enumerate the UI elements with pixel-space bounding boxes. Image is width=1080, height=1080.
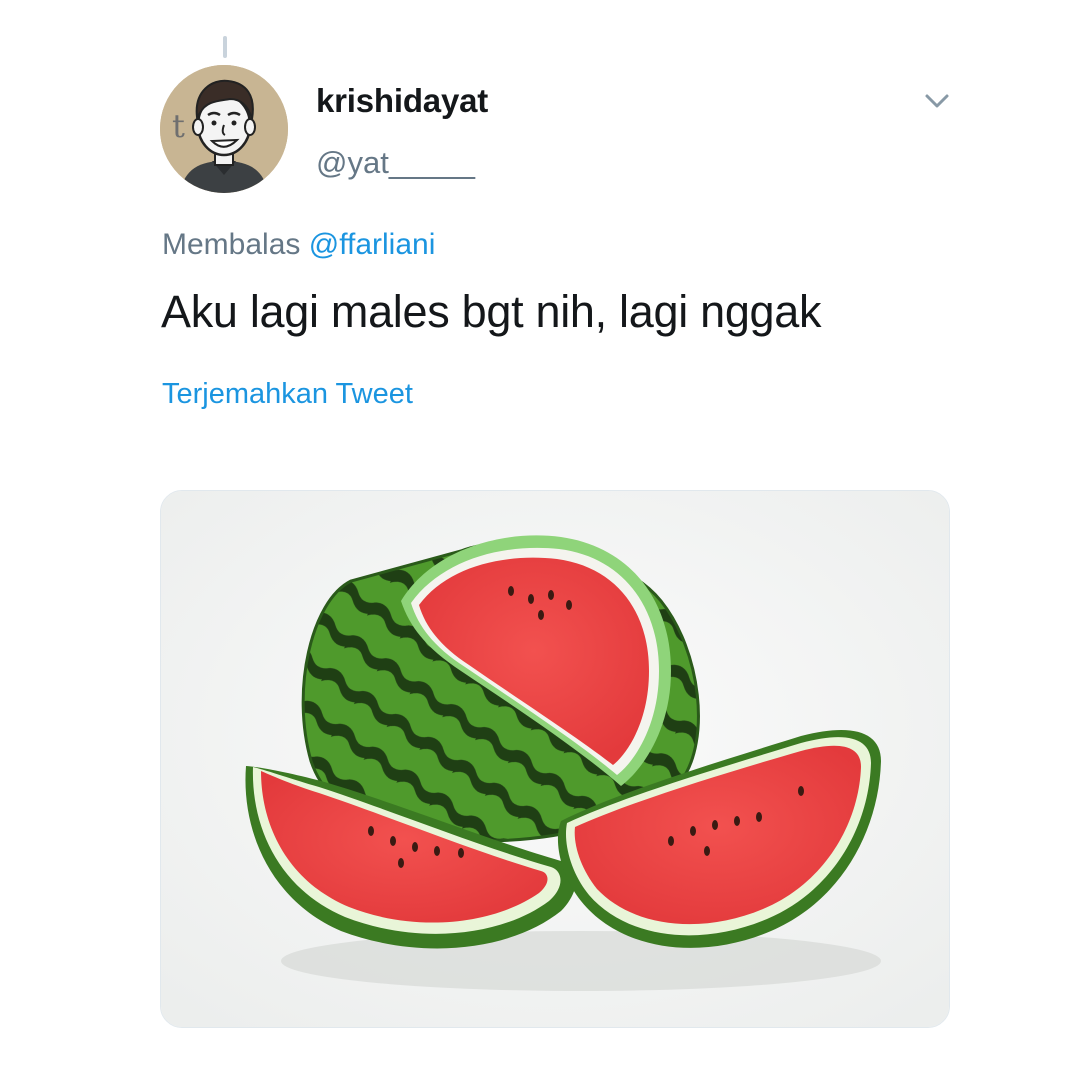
translate-tweet-link[interactable]: Terjemahkan Tweet (162, 378, 413, 411)
svg-text:t: t (172, 107, 185, 145)
thread-connector-line (223, 36, 227, 58)
avatar[interactable]: t (160, 65, 288, 193)
reply-mention-link[interactable]: @ffarliani (309, 228, 436, 261)
author-handle[interactable]: @yat_____ (316, 145, 475, 181)
reply-context: Membalas @ffarliani (162, 228, 435, 262)
chevron-down-icon[interactable] (920, 84, 954, 118)
tweet-media[interactable] (160, 490, 950, 1028)
author-display-name[interactable]: krishidayat (316, 82, 488, 120)
reply-prefix: Membalas (162, 228, 301, 261)
watermelon-image-icon (161, 491, 949, 1027)
tweet-text: Aku lagi males bgt nih, lagi nggak (161, 286, 822, 337)
cartoon-avatar-icon: t (160, 65, 288, 193)
